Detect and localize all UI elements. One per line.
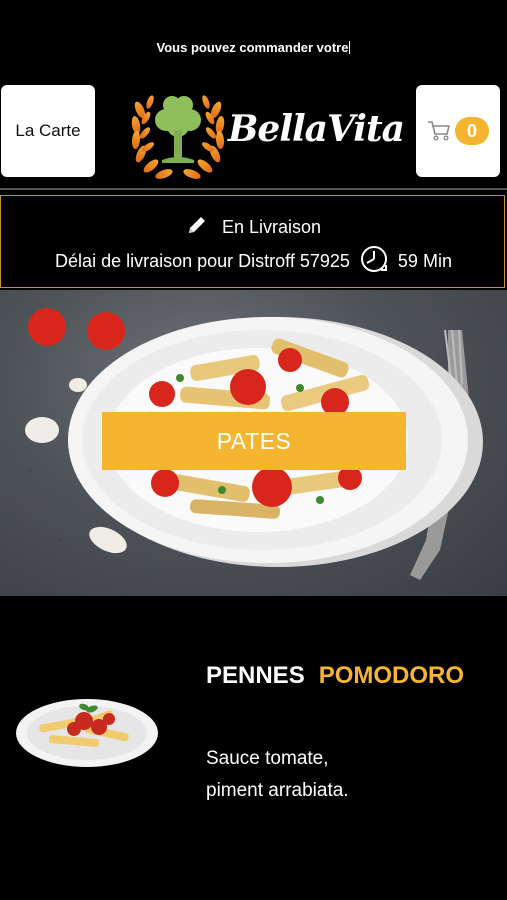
product-image[interactable] [14,691,160,771]
laurel-tree-emblem [131,95,225,179]
category-label: PATES [216,427,292,454]
brand-name: BellaVita [228,108,405,150]
menu-button-label: La Carte [15,121,81,140]
delivery-mode[interactable]: En Livraison [1,214,506,241]
announcement-text: Vous pouvez commander votre [156,40,349,55]
announcement-marquee: Vous pouvez commander votre [0,40,507,55]
product-description-line1: Sauce tomate, [206,748,329,769]
product-description-line2: piment arrabiata. [206,780,349,801]
category-hero[interactable]: PATES [0,290,507,596]
product-item[interactable]: PENNES POMODORO Sauce tomate, piment arra… [0,596,507,900]
cart-count-badge: 0 [455,117,489,145]
header-divider [0,188,507,190]
product-name-part1: PENNES [206,662,305,689]
pencil-icon[interactable] [186,214,208,241]
delivery-delay-value: 59 Min [397,251,452,271]
delivery-mode-label: En Livraison [221,217,322,237]
category-button[interactable]: PATES [102,412,406,470]
delivery-delay-text: Délai de livraison pour Distroff 57925 [55,251,350,271]
text-caret [349,41,351,54]
delivery-delay: Délai de livraison pour Distroff 57925 5… [1,244,506,279]
product-name: PENNES POMODORO [206,662,464,690]
cart-icon [428,121,450,141]
product-description: Sauce tomate, piment arrabiata. [206,743,349,807]
clock-icon [359,244,389,279]
bellavita-logo[interactable]: BellaVita [128,80,405,185]
product-name-part2: POMODORO [318,662,465,689]
menu-button[interactable]: La Carte [1,85,95,177]
delivery-panel[interactable]: En Livraison Délai de livraison pour Dis… [0,195,505,288]
cart-button[interactable]: 0 [416,85,500,177]
